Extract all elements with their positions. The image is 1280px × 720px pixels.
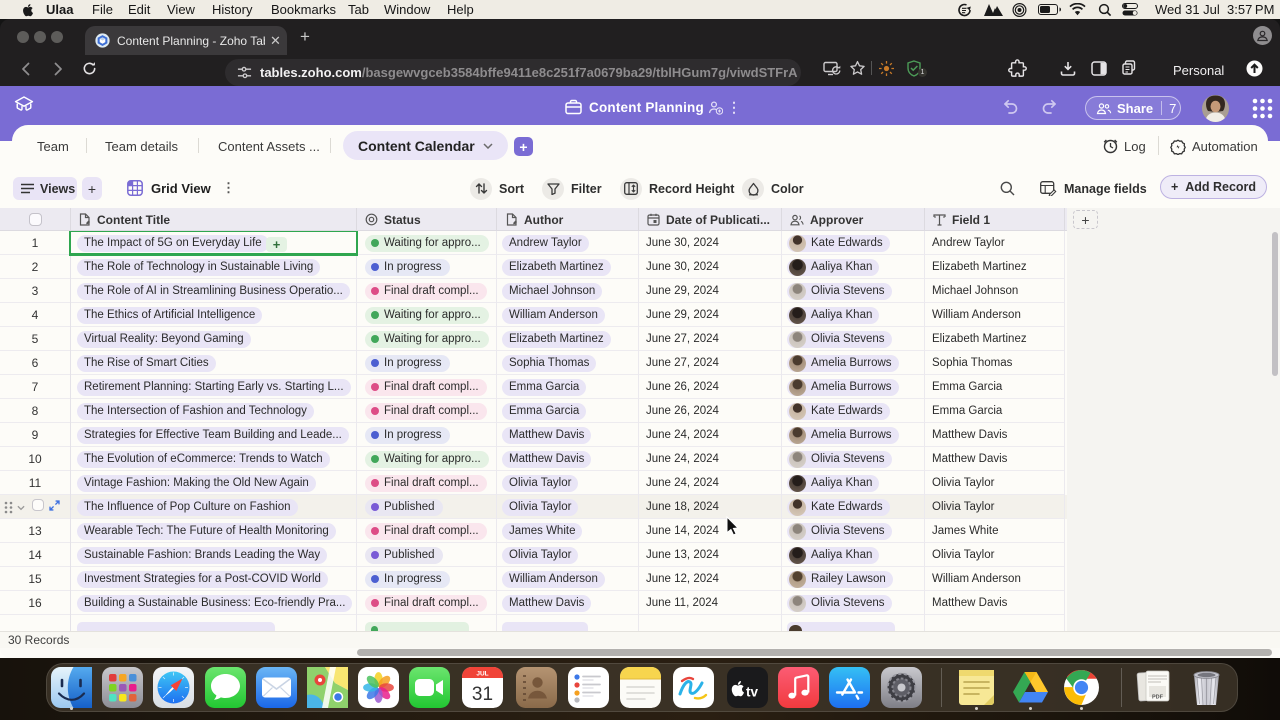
svg-text:JUL: JUL (476, 671, 488, 678)
svg-text:31: 31 (472, 684, 493, 705)
svg-text:PDF: PDF (1152, 695, 1164, 701)
svg-text:tv: tv (746, 685, 758, 700)
